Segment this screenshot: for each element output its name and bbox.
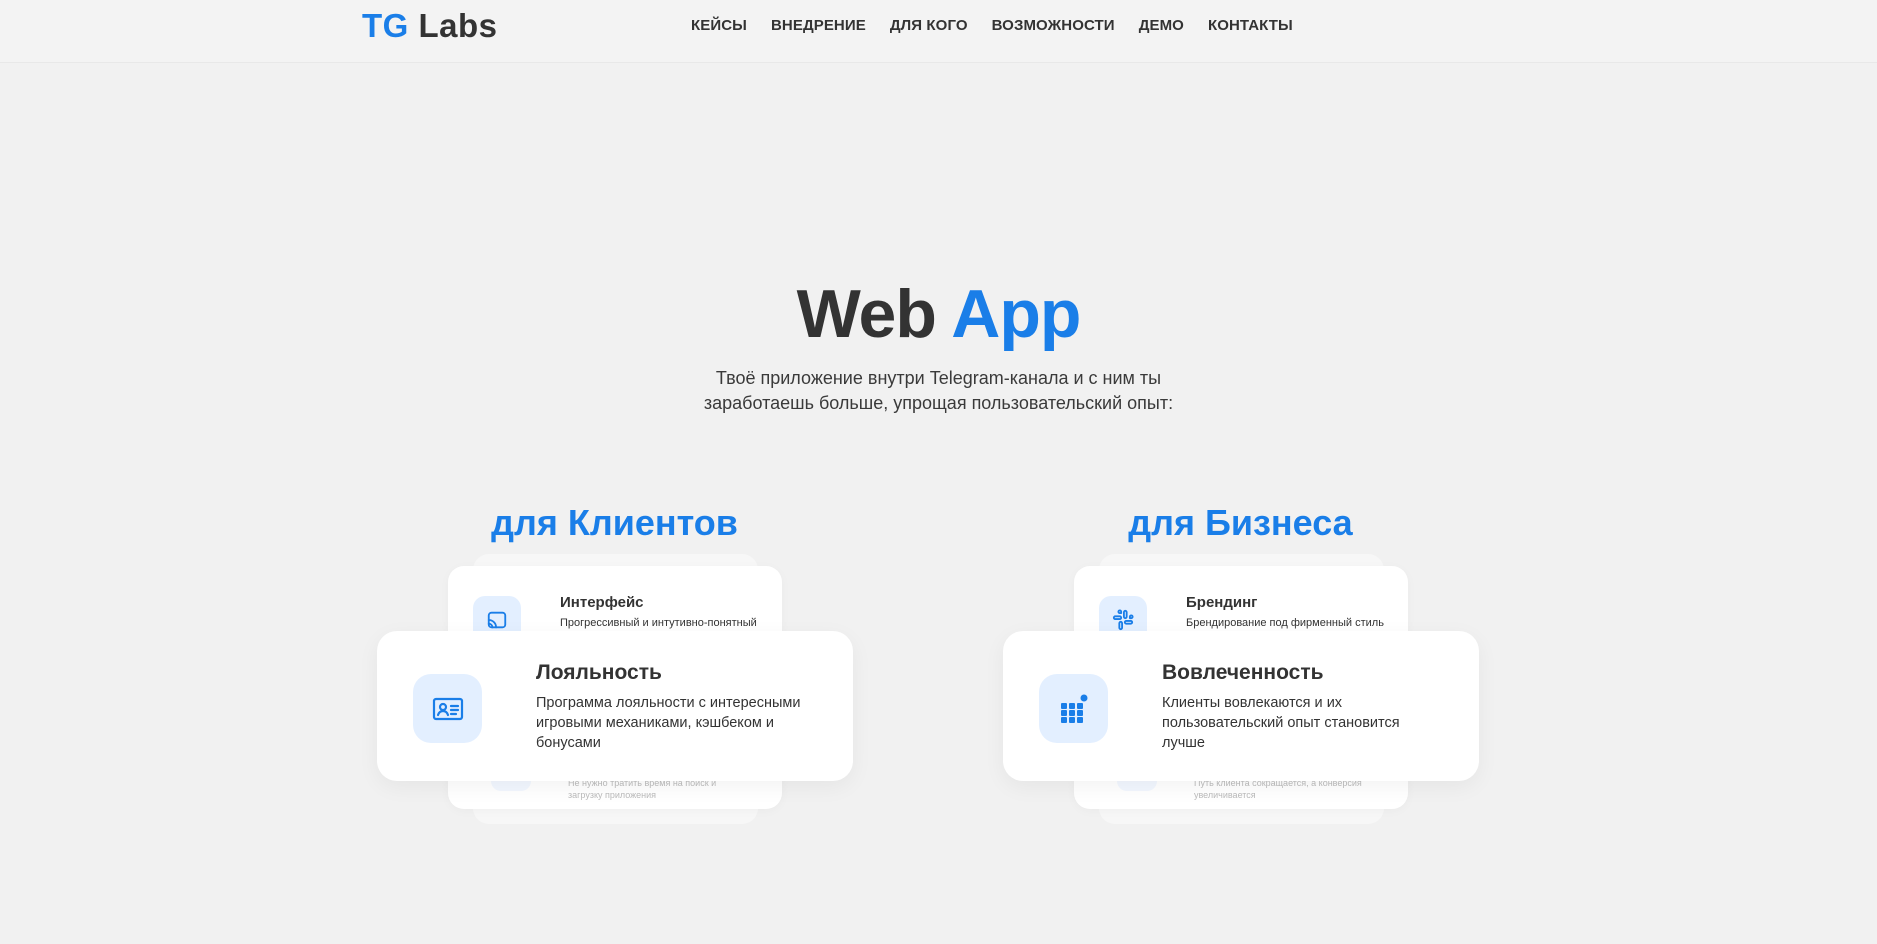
business-front-card-desc-line2: пользовательский опыт становится <box>1162 715 1400 731</box>
nav-item-contacts[interactable]: КОНТАКТЫ <box>1208 15 1293 37</box>
business-front-card-title: Вовлеченность <box>1162 661 1324 684</box>
hero-subtitle: Твоё приложение внутри Telegram-канала и… <box>0 366 1877 416</box>
clients-front-card-desc-line3: бонусами <box>536 735 601 751</box>
business-front-card-desc-line3: лучше <box>1162 735 1205 751</box>
nav-item-for-whom[interactable]: ДЛЯ КОГО <box>890 15 968 37</box>
hero-title: Web App <box>0 272 1877 356</box>
nav-item-features[interactable]: ВОЗМОЖНОСТИ <box>992 15 1115 37</box>
clients-back-card-title: Интерфейс <box>560 594 644 611</box>
id-card-icon <box>413 674 482 743</box>
business-front-card-desc: Клиенты вовлекаются и их пользовательски… <box>1162 693 1400 753</box>
hero-subtitle-line1: Твоё приложение внутри Telegram-канала и… <box>715 368 1162 388</box>
business-front-card[interactable]: Вовлеченность Клиенты вовлекаются и их п… <box>1003 631 1479 781</box>
logo[interactable]: TG Labs <box>362 8 498 44</box>
clients-under-card-desc-line2: загрузку приложения <box>568 790 657 800</box>
logo-labs: Labs <box>418 7 498 44</box>
grid-apps-icon <box>1039 674 1108 743</box>
clients-front-card-title: Лояльность <box>536 661 662 684</box>
business-column-title: для Бизнеса <box>1128 502 1353 543</box>
business-back-card-desc: Брендирование под фирменный стиль <box>1186 617 1384 629</box>
nav-item-demo[interactable]: ДЕМО <box>1139 15 1184 37</box>
clients-front-card-desc-line1: Программа лояльности с интересными <box>536 695 801 711</box>
business-front-card-desc-line1: Клиенты вовлекаются и их <box>1162 695 1343 711</box>
clients-back-card-desc: Прогрессивный и интутивно-понятный <box>560 617 757 629</box>
site-header: TG Labs КЕЙСЫ ВНЕДРЕНИЕ ДЛЯ КОГО ВОЗМОЖН… <box>0 0 1877 63</box>
nav-item-implementation[interactable]: ВНЕДРЕНИЕ <box>771 15 866 37</box>
nav-item-cases[interactable]: КЕЙСЫ <box>691 15 747 37</box>
clients-column-title: для Клиентов <box>491 502 738 543</box>
hero-title-app: App <box>951 276 1081 352</box>
clients-front-card-desc: Программа лояльности с интересными игров… <box>536 693 800 753</box>
hero-title-web: Web <box>796 276 937 352</box>
logo-tg: TG <box>362 7 409 44</box>
clients-front-card-desc-line2: игровыми механиками, кэшбеком и <box>536 715 774 731</box>
main-nav: КЕЙСЫ ВНЕДРЕНИЕ ДЛЯ КОГО ВОЗМОЖНОСТИ ДЕМ… <box>691 15 1317 37</box>
business-back-card-title: Брендинг <box>1186 594 1258 611</box>
clients-front-card[interactable]: Лояльность Программа лояльности с интере… <box>377 631 853 781</box>
business-under-card-desc-line2: увеличивается <box>1194 790 1256 800</box>
hero-subtitle-line2: заработаешь больше, упрощая пользователь… <box>703 393 1174 413</box>
